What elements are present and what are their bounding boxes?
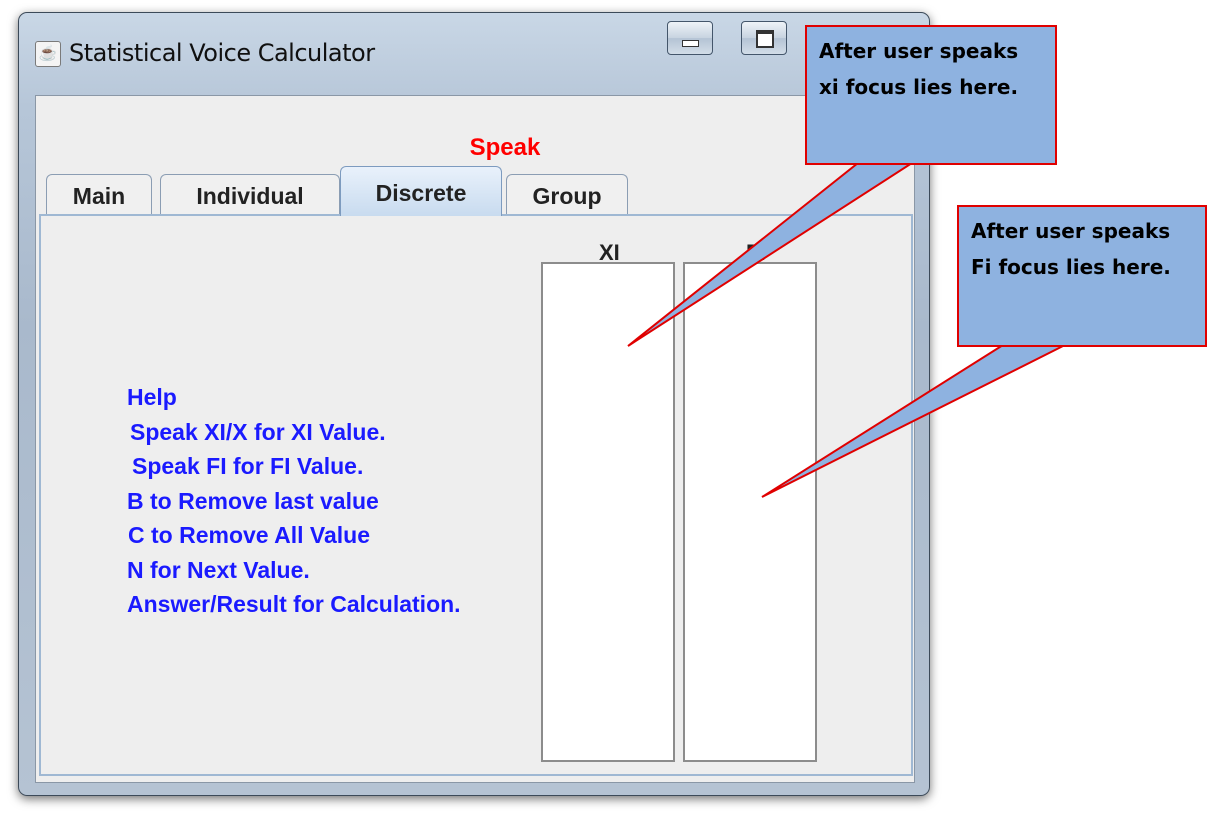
xi-callout-pointer [627,162,916,347]
fi-callout-pointer [761,344,1066,498]
xi-focus-callout: After user speaks xi focus lies here. [805,25,1057,165]
fi-focus-callout: After user speaks Fi focus lies here. [957,205,1207,347]
